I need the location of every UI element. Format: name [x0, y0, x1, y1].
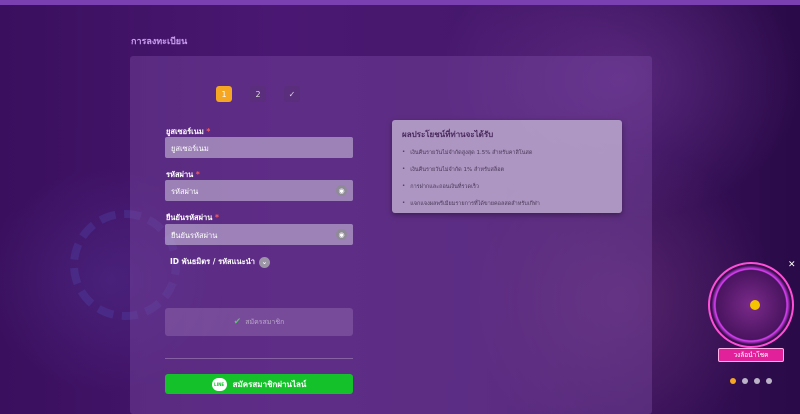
chevron-down-icon[interactable]: ⌄: [258, 256, 270, 268]
benefit-item: เงินคืนรายวันไม่จำกัด 1% สำหรับสล็อต: [402, 166, 612, 174]
carousel-dot[interactable]: [754, 378, 760, 384]
line-logo-icon: LINE: [211, 377, 227, 391]
confirm-password-input[interactable]: ยืนยันรหัสผ่าน ◉: [165, 224, 353, 245]
eye-icon[interactable]: ◉: [336, 229, 347, 240]
password-input[interactable]: รหัสผ่าน ◉: [165, 180, 353, 201]
line-register-label: สมัครสมาชิกผ่านไลน์: [232, 379, 307, 389]
benefit-item: เงินคืนรายวันไม่จำกัดสูงสุด 1.5% สำหรับค…: [402, 149, 612, 157]
step-indicator: 1 2 ✓: [216, 86, 300, 102]
carousel-dot[interactable]: [742, 378, 748, 384]
lucky-wheel[interactable]: [708, 262, 794, 348]
divider: [165, 358, 353, 359]
carousel-dot[interactable]: [766, 378, 772, 384]
submit-label: สมัครสมาชิก: [245, 317, 285, 326]
page-title: การลงทะเบียน: [131, 37, 188, 47]
top-bar: [0, 0, 800, 5]
lucky-wheel-button[interactable]: วงล้อนำโชค: [718, 348, 784, 362]
carousel-dots: [730, 378, 772, 384]
benefits-card: ผลประโยชน์ที่ท่านจะได้รับ เงินคืนรายวันไ…: [392, 120, 622, 213]
benefit-item: การฝากและถอนเงินที่รวดเร็ว: [402, 183, 612, 191]
step-2: 2: [250, 86, 266, 102]
submit-button[interactable]: ✔ สมัครสมาชิก: [165, 308, 353, 336]
referral-label: ID พันธมิตร / รหัสแนะนำ: [170, 257, 255, 266]
step-1: 1: [216, 86, 232, 102]
carousel-dot[interactable]: [730, 378, 736, 384]
step-complete-icon: ✓: [284, 86, 300, 102]
password-placeholder: รหัสผ่าน: [171, 187, 199, 196]
referral-toggle[interactable]: ID พันธมิตร / รหัสแนะนำ ⌄: [170, 256, 270, 268]
line-register-button[interactable]: LINE สมัครสมาชิกผ่านไลน์: [165, 374, 353, 394]
wheel-hub: [750, 300, 760, 310]
confirm-password-label: ยืนยันรหัสผ่าน *: [166, 213, 219, 222]
username-input[interactable]: ยูสเซอร์เนม: [165, 137, 353, 158]
benefit-item: แจกแจงผลพรีเมียมรายการที่ได้ขายคอลสดสำหร…: [402, 200, 612, 208]
check-icon: ✔: [233, 317, 242, 327]
benefits-title: ผลประโยชน์ที่ท่านจะได้รับ: [402, 130, 494, 139]
close-icon[interactable]: ✕: [788, 260, 796, 270]
confirm-password-placeholder: ยืนยันรหัสผ่าน: [171, 231, 218, 240]
eye-icon[interactable]: ◉: [336, 185, 347, 196]
benefits-list: เงินคืนรายวันไม่จำกัดสูงสุด 1.5% สำหรับค…: [402, 149, 612, 208]
